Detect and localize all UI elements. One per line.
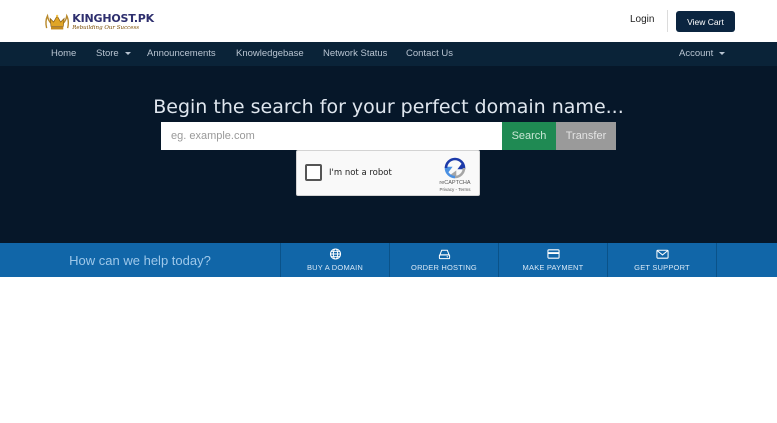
get-support-button[interactable]: GET SUPPORT	[607, 243, 716, 277]
domain-search-input[interactable]: eg. example.com	[161, 122, 502, 150]
help-action-label: MAKE PAYMENT	[522, 263, 584, 272]
nav-item-home[interactable]: Home	[51, 48, 76, 59]
nav-item-network-status[interactable]: Network Status	[323, 48, 387, 59]
hero-title: Begin the search for your perfect domain…	[153, 96, 624, 118]
help-action-label: GET SUPPORT	[634, 263, 690, 272]
login-link[interactable]: Login	[630, 14, 654, 25]
order-hosting-button[interactable]: ORDER HOSTING	[389, 243, 498, 277]
top-header: KINGHOST.PK Rebuilding Our Success Login…	[0, 0, 777, 42]
buy-domain-button[interactable]: BUY A DOMAIN	[280, 243, 389, 277]
header-divider	[667, 10, 668, 32]
search-button[interactable]: Search	[502, 122, 556, 150]
hdd-icon	[438, 249, 450, 260]
recaptcha-brand: reCAPTCHA	[439, 180, 471, 186]
nav-item-label: Store	[96, 48, 119, 59]
envelope-icon	[655, 249, 669, 259]
help-prompt: How can we help today?	[69, 252, 211, 268]
nav-item-contact-us[interactable]: Contact Us	[406, 48, 453, 59]
nav-item-store[interactable]: Store	[96, 48, 131, 59]
recaptcha-widget: I'm not a robot reCAPTCHA Privacy - Term…	[296, 150, 480, 196]
search-placeholder: eg. example.com	[171, 130, 255, 142]
help-bar-divider	[716, 243, 717, 277]
nav-item-label: Announcements	[147, 48, 216, 59]
recaptcha-logo-icon	[444, 157, 466, 179]
transfer-button[interactable]: Transfer	[556, 122, 616, 150]
main-nav: Home Store Announcements Knowledgebase N…	[0, 42, 777, 66]
nav-item-label: Network Status	[323, 48, 388, 59]
globe-icon	[329, 248, 341, 260]
help-action-label: BUY A DOMAIN	[306, 263, 364, 272]
caret-down-icon	[719, 51, 726, 55]
nav-item-label: Contact Us	[406, 48, 453, 59]
nav-item-label: Knowledgebase	[236, 48, 304, 59]
nav-item-knowledgebase[interactable]: Knowledgebase	[236, 48, 304, 59]
help-bar: How can we help today? BUY A DOMAIN ORDE…	[0, 243, 777, 277]
recaptcha-checkbox[interactable]	[305, 164, 322, 181]
site-logo[interactable]: KINGHOST.PK Rebuilding Our Success	[44, 8, 154, 36]
logo-name: KINGHOST.PK	[72, 11, 154, 25]
logo-tagline: Rebuilding Our Success	[72, 24, 140, 31]
nav-item-announcements[interactable]: Announcements	[147, 48, 216, 59]
recaptcha-label: I'm not a robot	[329, 168, 392, 178]
recaptcha-privacy-terms[interactable]: Privacy - Terms	[432, 187, 478, 192]
help-action-label: ORDER HOSTING	[411, 263, 477, 272]
nav-item-label: Home	[51, 48, 77, 59]
caret-down-icon	[124, 51, 131, 55]
nav-item-label: Account	[679, 48, 714, 59]
crown-logo-icon	[45, 13, 70, 30]
credit-card-icon	[546, 249, 560, 259]
view-cart-button[interactable]: View Cart	[676, 11, 735, 32]
make-payment-button[interactable]: MAKE PAYMENT	[498, 243, 607, 277]
nav-item-account[interactable]: Account	[679, 48, 726, 59]
logo-text: KINGHOST.PK Rebuilding Our Success	[72, 13, 154, 32]
